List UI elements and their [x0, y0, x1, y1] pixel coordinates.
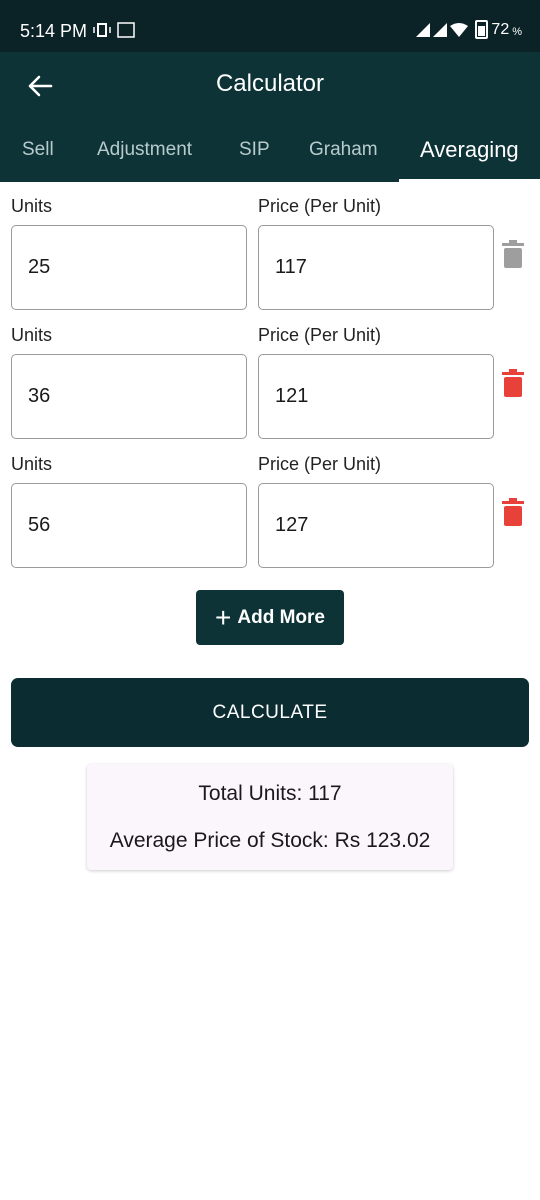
price-field[interactable] — [258, 225, 494, 310]
units-input[interactable] — [28, 256, 228, 279]
tab-sell[interactable]: Sell — [22, 128, 54, 182]
price-input[interactable] — [275, 256, 475, 279]
status-bar: 5:14 PM 72% — [0, 0, 540, 52]
tab-graham[interactable]: Graham — [309, 128, 378, 182]
price-input[interactable] — [275, 385, 475, 408]
price-field[interactable] — [258, 483, 494, 568]
price-field[interactable] — [258, 354, 494, 439]
price-label: Price (Per Unit) — [258, 325, 382, 345]
calculate-label: CALCULATE — [212, 701, 328, 723]
page-title: Calculator — [215, 70, 325, 97]
price-input[interactable] — [275, 514, 475, 537]
delete-icon[interactable] — [502, 498, 524, 526]
signal-icon — [416, 22, 431, 37]
units-field[interactable] — [11, 354, 247, 439]
units-input[interactable] — [28, 385, 228, 408]
units-label: Units — [11, 325, 53, 345]
status-time: 5:14 PM — [20, 21, 88, 41]
notification-icons — [92, 22, 136, 41]
delete-icon[interactable] — [502, 369, 524, 397]
battery-icon — [475, 20, 489, 39]
add-more-button[interactable]: + Add More — [196, 590, 344, 645]
units-field[interactable] — [11, 225, 247, 310]
add-more-label: Add More — [237, 606, 325, 628]
calculate-button[interactable]: CALCULATE — [11, 678, 529, 747]
battery-unit: % — [512, 25, 522, 38]
active-tab-indicator — [399, 179, 540, 182]
vibrate-icon — [93, 22, 135, 38]
plus-icon: + — [215, 601, 232, 633]
signal-icon-2 — [433, 22, 448, 37]
tab-averaging[interactable]: Averaging — [420, 128, 519, 182]
battery-level: 72 — [491, 20, 510, 38]
app-bar: Calculator Sell Adjustment SIP Graham Av… — [0, 52, 540, 182]
units-input[interactable] — [28, 514, 228, 537]
total-units-text: Total Units: 117 — [198, 782, 342, 805]
average-price-text: Average Price of Stock: Rs 123.02 — [109, 829, 431, 852]
result-card: Total Units: 117 Average Price of Stock:… — [87, 764, 453, 870]
units-field[interactable] — [11, 483, 247, 568]
price-label: Price (Per Unit) — [258, 196, 382, 216]
tab-bar: Sell Adjustment SIP Graham Averaging — [0, 128, 540, 182]
units-label: Units — [11, 454, 53, 474]
units-label: Units — [11, 196, 53, 216]
system-status: 72% — [416, 20, 522, 39]
delete-icon-disabled[interactable] — [502, 240, 524, 268]
wifi-icon — [450, 22, 469, 37]
tab-sip[interactable]: SIP — [239, 128, 270, 182]
price-label: Price (Per Unit) — [258, 454, 382, 474]
tab-adjustment[interactable]: Adjustment — [97, 128, 192, 182]
